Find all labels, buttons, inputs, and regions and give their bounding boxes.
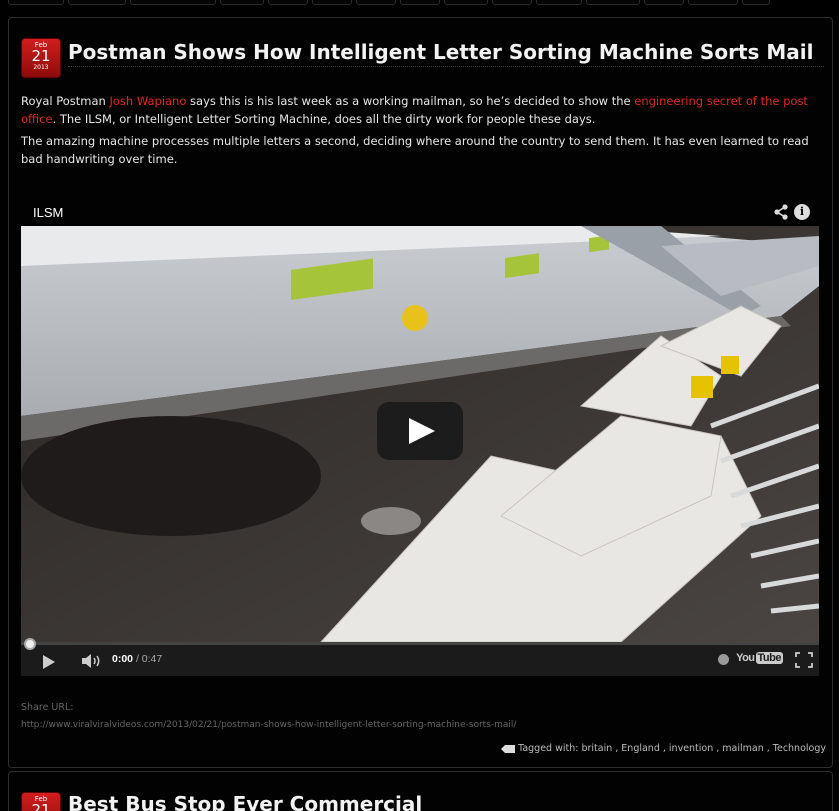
next-post-article: Feb 21 Best Bus Stop Ever Commercial — [8, 771, 833, 811]
paragraph-text: Royal Postman — [21, 94, 110, 108]
tag-icon — [501, 744, 516, 753]
nav-tab[interactable] — [8, 0, 64, 5]
tags-label: Tagged with: — [518, 743, 579, 754]
info-icon[interactable]: i — [794, 204, 810, 220]
tag-link[interactable]: Technology — [773, 743, 826, 754]
nav-tab[interactable] — [68, 0, 126, 5]
youtube-logo[interactable]: You Tube — [736, 652, 783, 664]
fullscreen-icon[interactable] — [795, 652, 813, 668]
nav-tab[interactable] — [444, 0, 488, 5]
post-article: Feb 21 2013 Postman Shows How Intelligen… — [8, 17, 833, 768]
share-icon[interactable] — [773, 204, 789, 220]
date-badge: Feb 21 — [21, 792, 61, 811]
play-button[interactable] — [377, 402, 463, 460]
progress-bar[interactable] — [21, 638, 819, 650]
tag-link[interactable]: mailman — [722, 743, 763, 754]
post-paragraph-1: Royal Postman Josh Wapiano says this is … — [21, 92, 821, 128]
date-day: 21 — [31, 801, 51, 811]
logo-text: Tube — [755, 652, 783, 664]
nav-tab[interactable] — [400, 0, 440, 5]
video-header: ILSM i — [21, 201, 819, 227]
volume-icon[interactable] — [81, 653, 103, 669]
tag-link[interactable]: invention — [669, 743, 713, 754]
paragraph-text: . The ILSM, or Intelligent Letter Sortin… — [52, 112, 596, 126]
date-year: 2013 — [33, 64, 49, 71]
share-url[interactable]: http://www.viralviralvideos.com/2013/02/… — [21, 720, 516, 730]
date-day: 21 — [31, 47, 51, 65]
nav-tab[interactable] — [268, 0, 308, 5]
watch-later-icon[interactable] — [718, 654, 729, 665]
play-icon[interactable] — [43, 655, 55, 669]
tag-link[interactable]: britain — [581, 743, 612, 754]
video-player[interactable] — [21, 226, 819, 642]
paragraph-text: says this is his last week as a working … — [186, 94, 635, 108]
nav-tab[interactable] — [586, 0, 640, 5]
time-display: 0:00 / 0:47 — [112, 653, 162, 665]
tag-link[interactable]: England — [621, 743, 660, 754]
post-title[interactable]: Postman Shows How Intelligent Letter Sor… — [68, 40, 813, 64]
current-time: 0:00 — [112, 653, 134, 665]
nav-tab[interactable] — [742, 0, 770, 5]
nav-tab[interactable] — [688, 0, 738, 5]
video-controls: 0:00 / 0:47 You Tube — [21, 638, 819, 676]
date-badge: Feb 21 2013 — [21, 38, 61, 78]
author-link[interactable]: Josh Wapiano — [109, 94, 186, 108]
duration: / 0:47 — [135, 653, 163, 665]
nav-tab[interactable] — [644, 0, 684, 5]
post-title[interactable]: Best Bus Stop Ever Commercial — [68, 792, 422, 811]
nav-tab[interactable] — [220, 0, 264, 5]
logo-text: You — [736, 652, 755, 664]
nav-tab[interactable] — [536, 0, 582, 5]
nav-tab[interactable] — [356, 0, 396, 5]
video-title[interactable]: ILSM — [33, 205, 63, 220]
progress-scrubber[interactable] — [24, 638, 36, 650]
title-divider — [68, 66, 824, 67]
top-navigation — [0, 0, 839, 6]
nav-tab[interactable] — [130, 0, 216, 5]
nav-tab[interactable] — [492, 0, 532, 5]
tag-list: Tagged with: britain, England, invention… — [501, 743, 826, 754]
share-url-label: Share URL: — [21, 702, 74, 713]
nav-tab[interactable] — [312, 0, 352, 5]
post-paragraph-2: The amazing machine processes multiple l… — [21, 134, 809, 166]
